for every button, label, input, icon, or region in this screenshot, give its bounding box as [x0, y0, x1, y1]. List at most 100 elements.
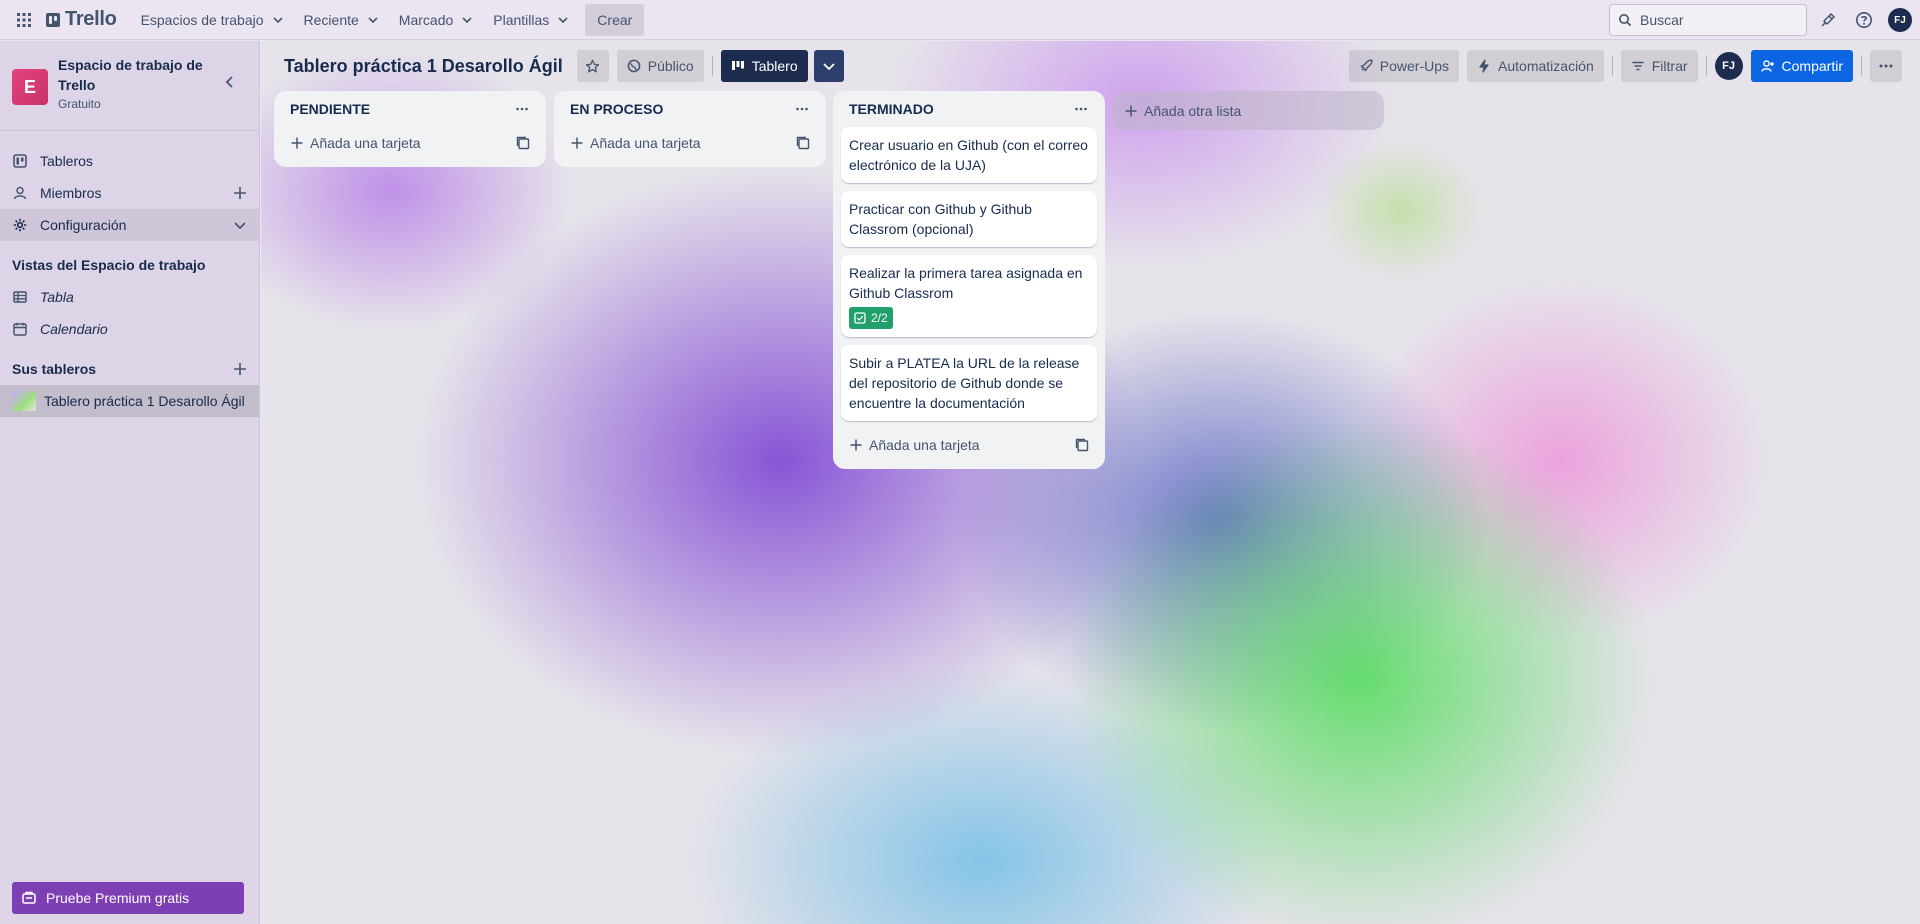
create-from-template-icon[interactable]	[796, 136, 810, 150]
chevron-down-icon	[368, 16, 378, 23]
list-title[interactable]: EN PROCESO	[570, 101, 663, 117]
card-title: Crear usuario en Github (con el correo e…	[849, 137, 1088, 173]
list-actions-icon[interactable]	[510, 97, 534, 121]
gear-icon	[12, 217, 28, 233]
create-button[interactable]: Crear	[585, 3, 645, 36]
add-list-label: Añada otra lista	[1144, 102, 1242, 119]
visibility-button[interactable]: Público	[616, 50, 704, 82]
create-from-template-icon[interactable]	[1075, 438, 1089, 452]
add-card-button[interactable]: Añada una tarjeta	[562, 127, 818, 159]
app-switcher-icon[interactable]	[12, 8, 36, 32]
board-menu-button[interactable]	[1870, 50, 1902, 82]
trello-logo[interactable]: Trello	[46, 8, 117, 31]
list-pendiente: PENDIENTE Añada una tarjeta	[274, 91, 546, 167]
sidebar-item-label: Tabla	[40, 289, 74, 305]
visibility-label: Público	[647, 58, 694, 74]
header-divider	[1611, 56, 1613, 76]
workspace-header: E Espacio de trabajo de Trello Gratuito	[0, 41, 259, 131]
premium-icon	[22, 891, 36, 904]
sidebar-item-settings[interactable]: Configuración	[0, 209, 259, 241]
add-card-label: Añada una tarjeta	[869, 437, 980, 453]
card-title: Realizar la primera tarea asignada en Gi…	[849, 265, 1083, 301]
top-navigation-bar: Trello Espacios de trabajo Reciente Marc…	[0, 0, 1920, 40]
star-icon	[586, 59, 600, 72]
add-board-icon[interactable]	[233, 362, 247, 376]
more-icon	[1879, 64, 1893, 68]
sidebar-item-table[interactable]: Tabla	[0, 281, 259, 313]
board-header: Tablero práctica 1 Desarollo Ágil Públic…	[261, 41, 1920, 91]
workspaces-menu[interactable]: Espacios de trabajo	[131, 4, 294, 36]
automation-button[interactable]: Automatización	[1467, 50, 1604, 82]
your-boards-heading-label: Sus tableros	[12, 361, 97, 377]
header-divider	[1705, 56, 1707, 76]
your-boards-heading: Sus tableros	[0, 353, 259, 385]
card-title: Subir a PLATEA la URL de la release del …	[849, 355, 1080, 411]
board-view-label: Tablero	[751, 58, 798, 74]
star-board-button[interactable]	[576, 50, 609, 82]
board-member-avatar[interactable]: FJ	[1714, 52, 1743, 80]
sidebar-item-label: Configuración	[40, 217, 127, 233]
account-avatar[interactable]: FJ	[1888, 8, 1912, 32]
card[interactable]: Crear usuario en Github (con el correo e…	[841, 127, 1097, 183]
sidebar-item-calendar[interactable]: Calendario	[0, 313, 259, 345]
view-switcher-button[interactable]	[813, 50, 844, 82]
recent-menu[interactable]: Reciente	[294, 4, 389, 36]
search-input[interactable]: Buscar	[1609, 4, 1807, 36]
add-list-button[interactable]: Añada otra lista	[1112, 91, 1384, 130]
sidebar-item-label: Tableros	[40, 153, 93, 169]
try-premium-button[interactable]: Pruebe Premium gratis	[12, 882, 244, 914]
checklist-count: 2/2	[871, 311, 888, 325]
notifications-icon[interactable]	[1816, 8, 1840, 32]
list-actions-icon[interactable]	[1069, 97, 1093, 121]
help-icon[interactable]	[1852, 8, 1876, 32]
board-thumbnail	[12, 391, 36, 411]
card[interactable]: Subir a PLATEA la URL de la release del …	[841, 345, 1097, 421]
header-divider	[1861, 56, 1862, 76]
list-actions-icon[interactable]	[790, 97, 814, 121]
templates-menu[interactable]: Plantillas	[483, 4, 579, 36]
workspace-plan: Gratuito	[58, 97, 101, 111]
sidebar-item-members[interactable]: Miembros	[0, 177, 259, 209]
board-view-icon	[731, 59, 745, 73]
plus-icon	[291, 137, 303, 149]
card[interactable]: Practicar con Github y Github Classrom (…	[841, 191, 1097, 247]
add-card-button[interactable]: Añada una tarjeta	[841, 429, 1097, 461]
recent-menu-label: Reciente	[303, 11, 359, 28]
add-card-label: Añada una tarjeta	[310, 135, 421, 151]
filter-label: Filtrar	[1651, 58, 1688, 74]
add-card-button[interactable]: Añada una tarjeta	[282, 127, 538, 159]
share-label: Compartir	[1781, 58, 1843, 74]
sidebar-item-label: Miembros	[40, 185, 102, 201]
table-icon	[12, 289, 28, 305]
card[interactable]: Realizar la primera tarea asignada en Gi…	[841, 255, 1097, 337]
starred-menu[interactable]: Marcado	[389, 4, 483, 36]
lightning-icon	[1477, 59, 1491, 73]
trello-logo-icon	[46, 12, 60, 27]
workspace-name[interactable]: Espacio de trabajo de Trello	[58, 55, 208, 95]
filter-button[interactable]: Filtrar	[1620, 50, 1698, 82]
workspaces-menu-label: Espacios de trabajo	[140, 11, 264, 28]
filter-icon	[1631, 59, 1645, 73]
create-from-template-icon[interactable]	[516, 136, 530, 150]
chevron-down-icon	[822, 63, 835, 71]
search-placeholder: Buscar	[1640, 12, 1684, 28]
plus-icon	[1125, 105, 1137, 116]
sidebar-board-item[interactable]: Tablero práctica 1 Desarollo Ágil	[0, 385, 259, 417]
chevron-left-icon[interactable]	[223, 75, 237, 89]
chevron-down-icon	[234, 222, 246, 230]
add-member-icon[interactable]	[233, 186, 247, 200]
board-title[interactable]: Tablero práctica 1 Desarollo Ágil	[284, 56, 563, 77]
power-ups-button[interactable]: Power-Ups	[1348, 50, 1460, 82]
chevron-down-icon	[462, 16, 472, 23]
card-title: Practicar con Github y Github Classrom (…	[849, 201, 1032, 237]
board-view-button[interactable]: Tablero	[720, 50, 808, 82]
checklist-badge: 2/2	[849, 307, 893, 329]
list-title[interactable]: PENDIENTE	[290, 101, 370, 117]
chevron-down-icon	[558, 16, 568, 23]
list-title[interactable]: TERMINADO	[849, 101, 934, 117]
workspace-avatar: E	[12, 69, 48, 105]
sidebar-item-boards[interactable]: Tableros	[0, 145, 259, 177]
add-person-icon	[1760, 59, 1775, 73]
share-button[interactable]: Compartir	[1750, 50, 1853, 82]
list-terminado: TERMINADO Crear usuario en Github (con e…	[833, 91, 1105, 469]
